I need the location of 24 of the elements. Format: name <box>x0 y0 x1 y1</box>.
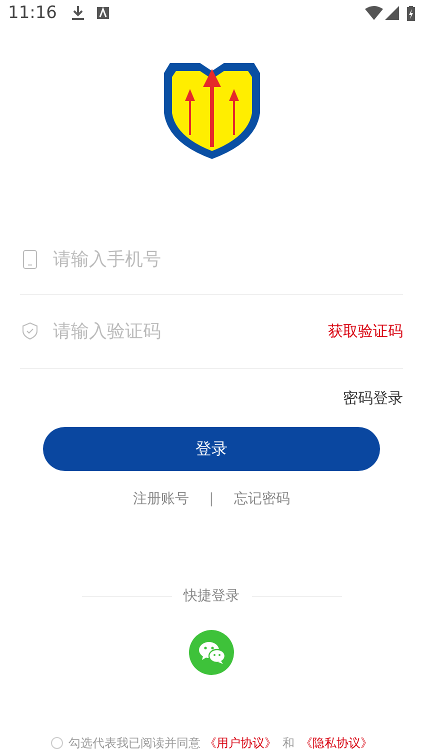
wechat-login-button[interactable] <box>189 630 234 675</box>
password-login-link[interactable]: 密码登录 <box>343 386 403 410</box>
forgot-password-link[interactable]: 忘记密码 <box>234 489 290 510</box>
wifi-icon <box>365 6 383 20</box>
agreement-checkbox[interactable] <box>50 737 62 749</box>
phone-input[interactable]: 请输入手机号 <box>53 246 403 273</box>
wechat-icon <box>198 640 226 664</box>
download-icon <box>71 5 85 22</box>
register-link[interactable]: 注册账号 <box>133 489 190 510</box>
login-button[interactable]: 登录 <box>43 427 380 471</box>
user-agreement-link[interactable]: 《用户协议》 <box>204 734 276 752</box>
get-code-button[interactable]: 获取验证码 <box>328 320 403 343</box>
signal-icon <box>385 6 399 20</box>
privacy-agreement-link[interactable]: 《隐私协议》 <box>300 734 372 752</box>
agreement-text: 勾选代表我已阅读并同意 <box>68 735 200 752</box>
battery-icon <box>407 6 415 21</box>
code-input[interactable]: 请输入验证码 <box>53 318 328 345</box>
status-time: 11:16 <box>8 2 57 25</box>
phone-icon <box>23 250 37 269</box>
and-text: 和 <box>282 735 294 752</box>
shield-check-icon <box>22 322 38 340</box>
quick-login-title: 快捷登录 <box>184 587 240 606</box>
keyboard-app-icon <box>97 7 109 20</box>
link-separator: | <box>209 490 214 509</box>
